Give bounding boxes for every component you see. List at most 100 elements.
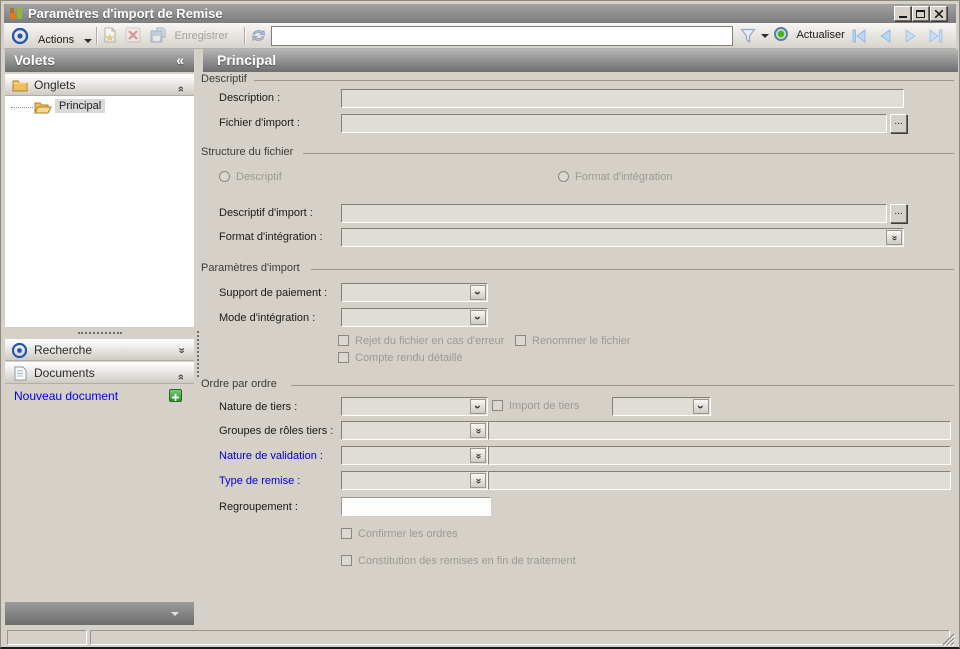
actions-button[interactable]: Actions [32,27,98,46]
chevron-double-down-icon: » [473,477,484,484]
sync-icon [252,29,265,42]
chevron-double-down-icon[interactable]: » [175,347,187,353]
group-line [254,80,954,81]
regroupement-input[interactable] [341,497,491,516]
rejet-fichier-label: Rejet du fichier en cas d'erreur [355,335,505,347]
close-button[interactable] [930,6,947,21]
chevron-double-up-icon[interactable]: » [171,86,191,92]
sidebar-header: Volets « [5,49,194,72]
nature-tiers-combo[interactable]: › [341,397,488,416]
mode-integration-combo[interactable]: › [341,308,488,327]
save-button[interactable]: Enregistrer [150,27,242,45]
fichier-import-field[interactable] [341,114,887,133]
toolbar-separator [244,27,245,45]
type-remise-combo[interactable]: » [341,471,488,490]
minimize-button[interactable] [894,6,911,21]
group-line [311,269,954,270]
groupes-roles-dropdown-button[interactable]: » [470,423,486,438]
constitution-remises-label: Constitution des remises en fin de trait… [358,555,576,567]
next-record-icon[interactable] [904,29,918,43]
sidebar-bottom-bar[interactable] [5,602,194,625]
folder-icon [12,80,28,92]
support-paiement-dropdown-button[interactable]: › [470,285,486,300]
format-integration-combo[interactable]: » [341,228,904,247]
sync-button[interactable] [250,27,270,45]
plus-icon [172,394,179,401]
splitter-handle [78,332,122,334]
type-remise-field[interactable] [488,471,951,490]
import-tiers-dropdown-button[interactable]: › [693,399,709,414]
group-title-ordre: Ordre par ordre [201,378,277,390]
regroupement-label: Regroupement : [219,501,298,513]
groupes-roles-label: Groupes de rôles tiers : [219,425,334,437]
main-header-label: Principal [217,52,277,68]
document-icon [14,366,27,381]
radio-descriptif[interactable] [219,171,230,182]
chevron-double-down-icon: » [889,234,900,241]
title-bar[interactable]: Paramètres d'import de Remise [4,4,956,23]
main-header: Principal [203,49,958,72]
close-icon [934,9,943,18]
rejet-fichier-checkbox[interactable] [338,335,349,346]
first-record-icon[interactable] [852,29,867,43]
format-integration-dropdown-button[interactable]: » [886,230,902,245]
vertical-splitter[interactable] [197,331,199,377]
new-document-link[interactable]: Nouveau document [14,389,118,403]
toolbar-separator [96,27,97,45]
descriptif-import-browse-button[interactable]: ... [890,204,907,223]
sidebar: Volets « Onglets » Principal Recherche »… [5,49,194,628]
type-remise-dropdown-button[interactable]: » [470,473,486,488]
sidebar-splitter[interactable] [5,327,194,339]
sidebar-section-onglets[interactable]: Onglets » [5,74,194,96]
add-document-button[interactable] [169,389,182,402]
radio-format-integration-label: Format d'intégration [575,171,673,183]
description-field[interactable] [341,89,904,108]
nature-validation-dropdown-button[interactable]: » [470,448,486,463]
nature-validation-label: Nature de validation : [219,450,323,462]
collapse-panel-icon[interactable]: « [176,49,184,72]
compte-rendu-checkbox[interactable] [338,352,349,363]
delete-button[interactable] [125,27,145,45]
filter-icon[interactable] [740,28,756,44]
new-document-button[interactable] [102,27,122,45]
status-bar [4,628,956,647]
chevron-down-icon [171,612,179,616]
groupes-roles-combo[interactable]: » [341,421,488,440]
import-tiers-checkbox[interactable] [492,400,503,411]
sidebar-section-documents[interactable]: Documents » [5,362,194,384]
descriptif-import-field[interactable] [341,204,887,223]
chevron-down-icon: › [471,290,485,295]
nature-validation-combo[interactable]: » [341,446,488,465]
constitution-remises-checkbox[interactable] [341,555,352,566]
tree-connector [11,107,33,108]
app-window: Paramètres d'import de Remise Actions En… [0,0,960,649]
renommer-fichier-label: Renommer le fichier [532,335,631,347]
sidebar-section-recherche[interactable]: Recherche » [5,339,194,361]
renommer-fichier-checkbox[interactable] [515,335,526,346]
last-record-icon[interactable] [928,29,943,43]
window-title: Paramètres d'import de Remise [28,6,223,21]
confirmer-ordres-checkbox[interactable] [341,528,352,539]
filter-caret-icon[interactable] [761,34,769,38]
chevron-double-up-icon[interactable]: » [171,374,191,380]
resize-grip[interactable] [942,633,955,646]
toolbar: Actions Enregistrer Actualiser [4,23,956,49]
tree-item-principal[interactable]: Principal [55,99,106,113]
mode-integration-dropdown-button[interactable]: › [470,310,486,325]
nature-validation-field[interactable] [488,446,951,465]
previous-record-icon[interactable] [878,29,892,43]
nature-tiers-label: Nature de tiers : [219,401,298,413]
radio-format-integration[interactable] [558,171,569,182]
fichier-import-browse-button[interactable]: ... [890,114,907,133]
search-input[interactable] [271,26,733,46]
maximize-button[interactable] [912,6,929,21]
chevron-double-down-icon: » [473,427,484,434]
import-tiers-combo[interactable]: › [612,397,711,416]
mode-integration-label: Mode d'intégration : [219,312,316,324]
support-paiement-combo[interactable]: › [341,283,488,302]
delete-icon [125,27,141,43]
refresh-button[interactable]: Actualiser [774,27,848,45]
group-title-structure: Structure du fichier [201,146,294,158]
groupes-roles-field[interactable] [488,421,951,440]
nature-tiers-dropdown-button[interactable]: › [470,399,486,414]
